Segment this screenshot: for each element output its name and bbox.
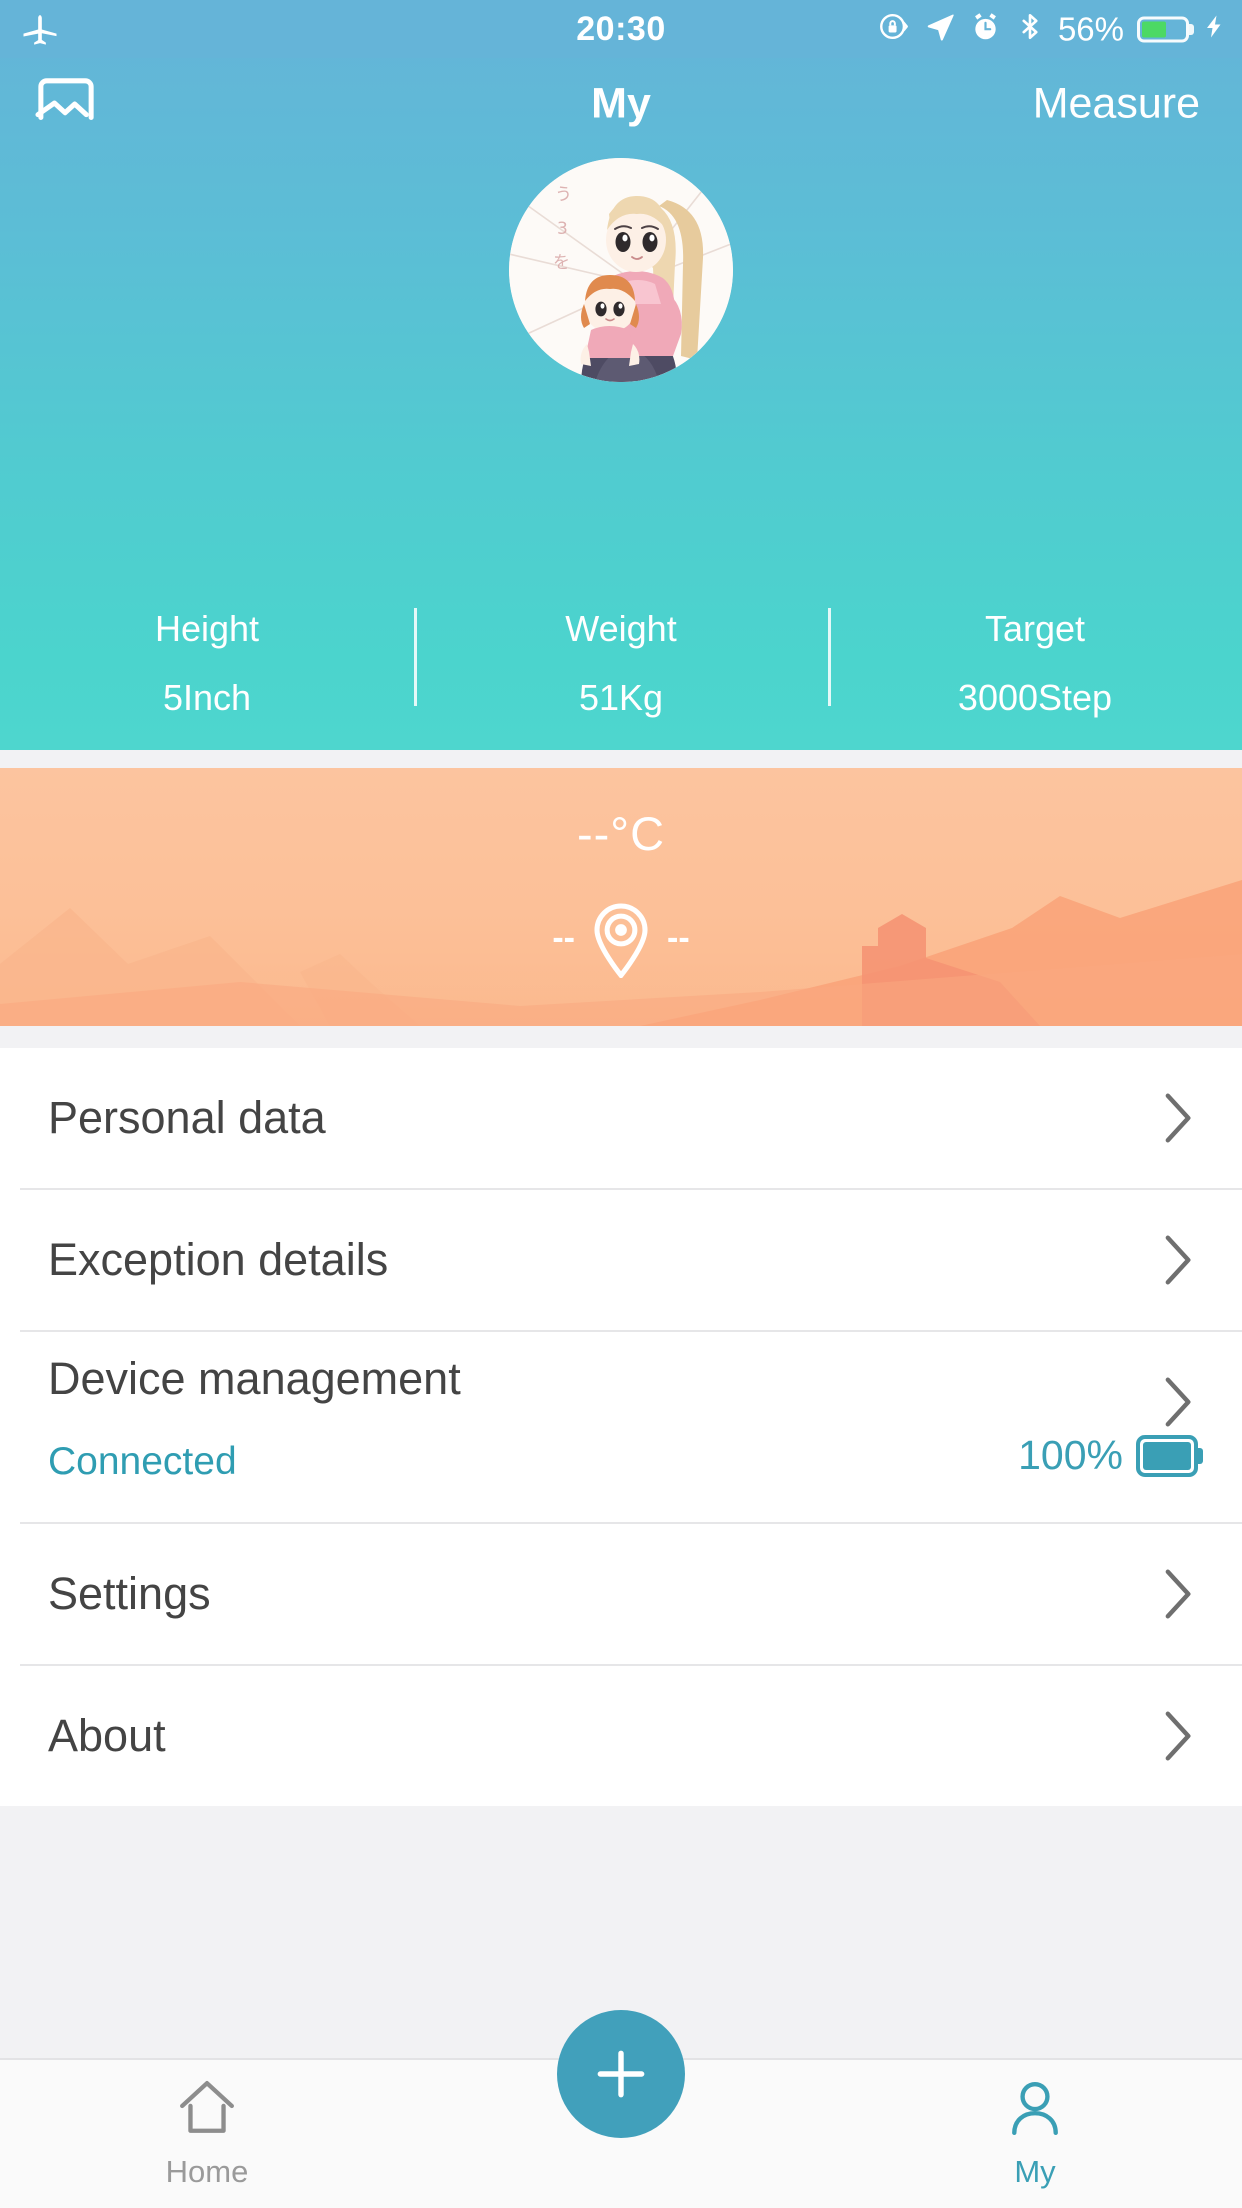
stat-height-label: Height — [154, 608, 260, 649]
stat-height[interactable]: Height 5Inch — [0, 600, 414, 725]
tab-my[interactable]: My — [828, 2060, 1242, 2208]
person-icon — [1006, 2079, 1064, 2142]
weather-banner[interactable]: --°C -- -- — [0, 768, 1242, 1026]
device-battery-percent: 100% — [1018, 1432, 1123, 1478]
battery-percent-label: 56% — [1057, 10, 1124, 47]
list-item-label: Personal data — [48, 1092, 326, 1143]
chevron-right-icon — [1164, 1710, 1194, 1762]
list-item-exception-details[interactable]: Exception details — [0, 1190, 1242, 1330]
avatar[interactable]: う 3 を — [509, 158, 733, 382]
list-item-personal-data[interactable]: Personal data — [0, 1048, 1242, 1188]
stat-weight[interactable]: Weight 51Kg — [414, 600, 828, 725]
lightning-bolt-icon — [1202, 10, 1226, 49]
chevron-right-icon — [1164, 1376, 1194, 1428]
stat-target-value: 3000Step — [957, 677, 1113, 718]
stat-weight-value: 51Kg — [578, 677, 664, 718]
stat-target-label: Target — [984, 608, 1086, 649]
add-button[interactable] — [557, 2010, 685, 2138]
stat-target[interactable]: Target 3000Step — [828, 600, 1242, 725]
alarm-clock-icon — [969, 10, 1002, 48]
device-battery: 100% — [1018, 1432, 1198, 1479]
location-arrow-icon — [924, 11, 956, 48]
list-item-device-management[interactable]: Device management Connected 100% — [0, 1332, 1242, 1522]
tab-my-label: My — [1014, 2153, 1056, 2189]
list-item-label: Exception details — [48, 1234, 389, 1285]
rotation-lock-icon — [877, 10, 911, 49]
list-item-label: About — [48, 1710, 166, 1761]
stat-height-value: 5Inch — [162, 677, 252, 718]
device-battery-icon — [1136, 1434, 1198, 1477]
tab-home[interactable]: Home — [0, 2060, 414, 2208]
chevron-right-icon — [1164, 1568, 1194, 1620]
list-item-label: Device management — [48, 1353, 461, 1404]
device-connection-status: Connected — [48, 1440, 237, 1483]
status-bar: 20:30 56% — [0, 0, 1242, 58]
chevron-right-icon — [1164, 1092, 1194, 1144]
battery-icon — [1137, 16, 1189, 42]
svg-text:う: う — [555, 185, 572, 205]
tab-home-label: Home — [165, 2153, 249, 2189]
bluetooth-icon — [1015, 10, 1045, 49]
home-icon — [176, 2079, 238, 2142]
status-bar-icons: 56% — [877, 10, 1226, 49]
measure-button[interactable]: Measure — [1033, 80, 1200, 129]
list-bottom-gap — [0, 1806, 1242, 1826]
weather-location-row: -- -- — [0, 898, 1242, 978]
list-item-about[interactable]: About — [0, 1666, 1242, 1806]
svg-text:を: を — [553, 253, 570, 273]
settings-list: Personal data Exception details Device m… — [0, 1048, 1242, 1826]
temperature-value: --°C — [576, 806, 666, 860]
list-item-label: Settings — [48, 1568, 211, 1619]
navigation-bar: My Measure — [0, 58, 1242, 150]
bottom-tab-bar: Home My — [0, 2010, 1242, 2208]
chevron-right-icon — [1164, 1234, 1194, 1286]
profile-stats: Height 5Inch Weight 51Kg Target 3000Step — [0, 600, 1242, 725]
app-screen: 20:30 56% My Measure う 3 を Height 5Inch … — [0, 0, 1242, 2208]
add-button-slot — [414, 2010, 828, 2208]
stat-weight-label: Weight — [565, 608, 677, 649]
list-item-settings[interactable]: Settings — [0, 1524, 1242, 1664]
svg-text:3: 3 — [557, 219, 568, 239]
